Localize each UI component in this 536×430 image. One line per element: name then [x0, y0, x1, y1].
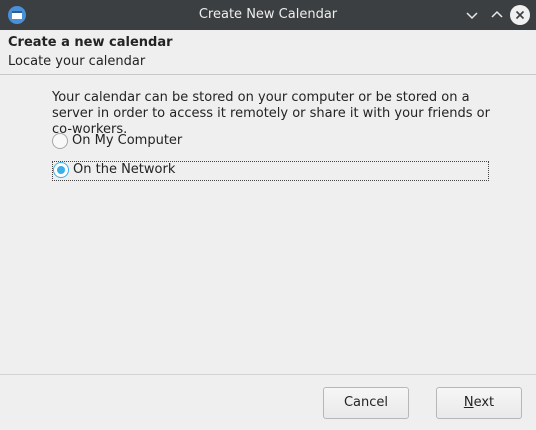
radio-button-checked[interactable] [53, 162, 69, 178]
location-description: Your calendar can be stored on your comp… [52, 90, 490, 137]
next-mnemonic: N [463, 395, 474, 410]
window-title: Create New Calendar [198, 7, 338, 22]
maximize-button[interactable] [487, 5, 507, 25]
footer-divider [0, 374, 536, 375]
title-bar[interactable]: Create New Calendar [0, 0, 536, 30]
option-on-the-network[interactable]: On the Network [52, 161, 489, 181]
next-button[interactable]: Next [436, 387, 522, 419]
radio-dot [57, 166, 65, 174]
wizard-content: Your calendar can be stored on your comp… [0, 75, 536, 375]
chevron-down-icon [466, 12, 478, 20]
next-label-rest: ext [473, 395, 495, 410]
option-on-my-computer[interactable]: On My Computer [52, 132, 252, 152]
page-title: Create a new calendar [8, 35, 173, 50]
close-icon [515, 10, 525, 20]
chevron-up-icon [491, 10, 503, 18]
minimize-button[interactable] [462, 5, 482, 25]
option-label: On My Computer [72, 133, 183, 148]
create-calendar-dialog: Create New Calendar Create a new calenda… [0, 0, 536, 430]
cancel-button[interactable]: Cancel [323, 387, 409, 419]
page-subtitle: Locate your calendar [8, 54, 146, 69]
close-button[interactable] [510, 5, 530, 25]
wizard-header: Create a new calendar Locate your calend… [0, 30, 536, 75]
radio-button-unchecked[interactable] [52, 133, 68, 149]
option-label: On the Network [73, 162, 176, 177]
